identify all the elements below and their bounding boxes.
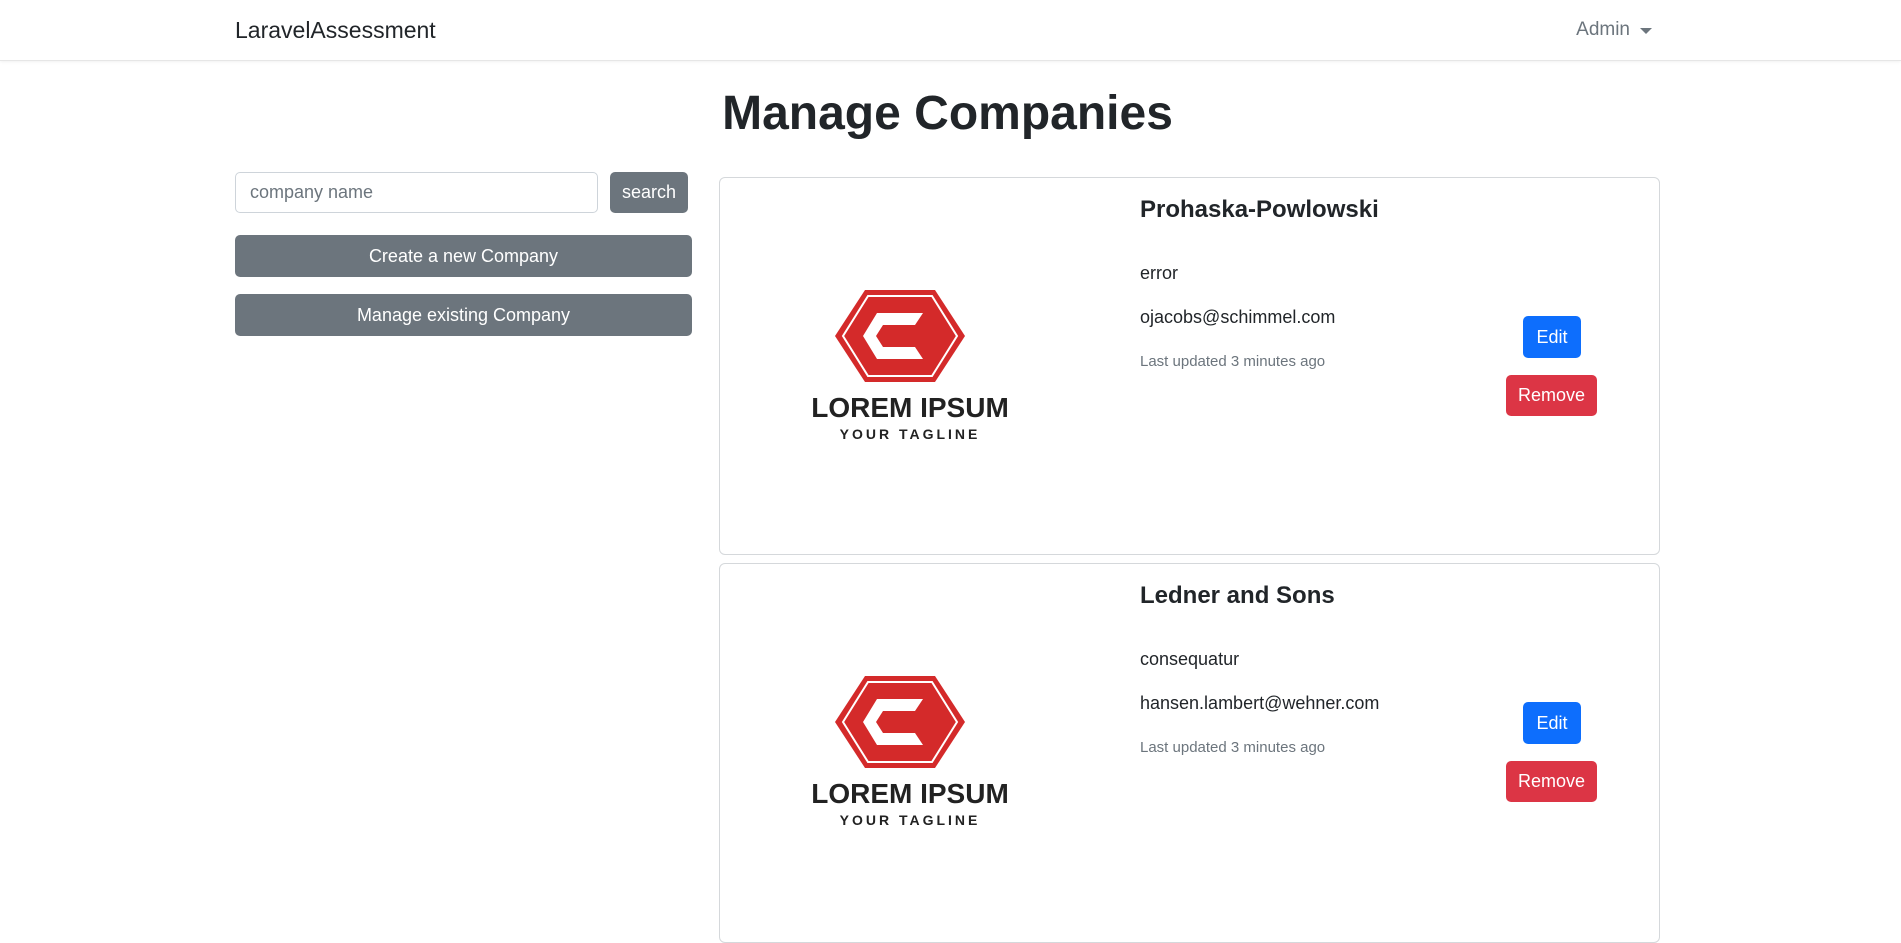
brand-link[interactable]: LaravelAssessment (235, 17, 436, 44)
company-description: consequatur (1140, 649, 1240, 669)
company-logo: LOREM IPSUM YOUR TAGLINE (811, 290, 1009, 442)
company-logo: LOREM IPSUM YOUR TAGLINE (811, 676, 1009, 828)
company-card: LOREM IPSUM YOUR TAGLINE Ledner and Sons… (719, 563, 1660, 943)
last-updated-text: Last updated 3 minutes ago (1140, 739, 1326, 756)
logo-title: LOREM IPSUM (811, 392, 1009, 423)
logo-tagline: YOUR TAGLINE (840, 426, 981, 442)
remove-button[interactable]: Remove (1506, 761, 1597, 802)
page-title: Manage Companies (722, 87, 1173, 140)
company-name: Prohaska-Powlowski (1140, 196, 1379, 223)
logo-tagline: YOUR TAGLINE (840, 812, 981, 828)
logo-title: LOREM IPSUM (811, 778, 1009, 809)
manage-company-button[interactable]: Manage existing Company (235, 294, 692, 336)
company-card: LOREM IPSUM YOUR TAGLINE Prohaska-Powlow… (719, 177, 1660, 555)
company-email: hansen.lambert@wehner.com (1140, 693, 1380, 713)
company-email: ojacobs@schimmel.com (1140, 307, 1336, 327)
company-name: Ledner and Sons (1140, 582, 1335, 609)
company-search-input[interactable] (235, 172, 598, 213)
search-button[interactable]: search (610, 172, 688, 213)
remove-button[interactable]: Remove (1506, 375, 1597, 416)
last-updated-text: Last updated 3 minutes ago (1140, 353, 1326, 370)
edit-button[interactable]: Edit (1523, 316, 1581, 358)
user-menu-dropdown[interactable]: Admin (1576, 19, 1652, 41)
create-company-button[interactable]: Create a new Company (235, 235, 692, 277)
caret-down-icon (1640, 28, 1652, 34)
user-menu-label: Admin (1576, 19, 1630, 40)
edit-button[interactable]: Edit (1523, 702, 1581, 744)
company-description: error (1140, 263, 1179, 283)
navbar: LaravelAssessment Admin (0, 0, 1901, 61)
